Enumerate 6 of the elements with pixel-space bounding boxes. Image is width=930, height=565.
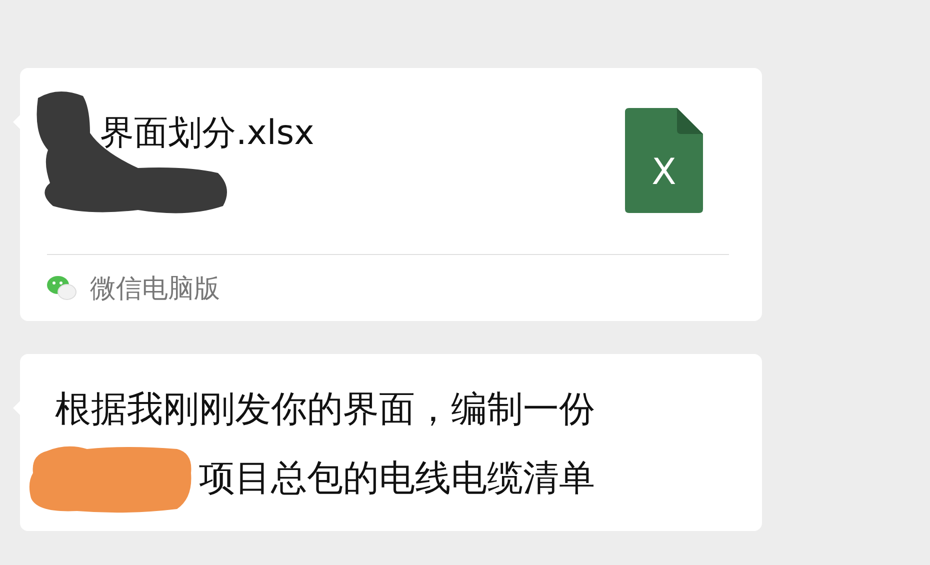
- message-text: 根据我刚刚发你的界面，编制一份: [55, 388, 596, 432]
- file-name: 界面划分.xlsx: [100, 112, 314, 154]
- chat-app-icon: [46, 274, 78, 302]
- message-text: 项目总包的电线电缆清单: [199, 457, 595, 501]
- spreadsheet-file-icon: X: [625, 108, 703, 213]
- source-label: 微信电脑版: [90, 272, 220, 306]
